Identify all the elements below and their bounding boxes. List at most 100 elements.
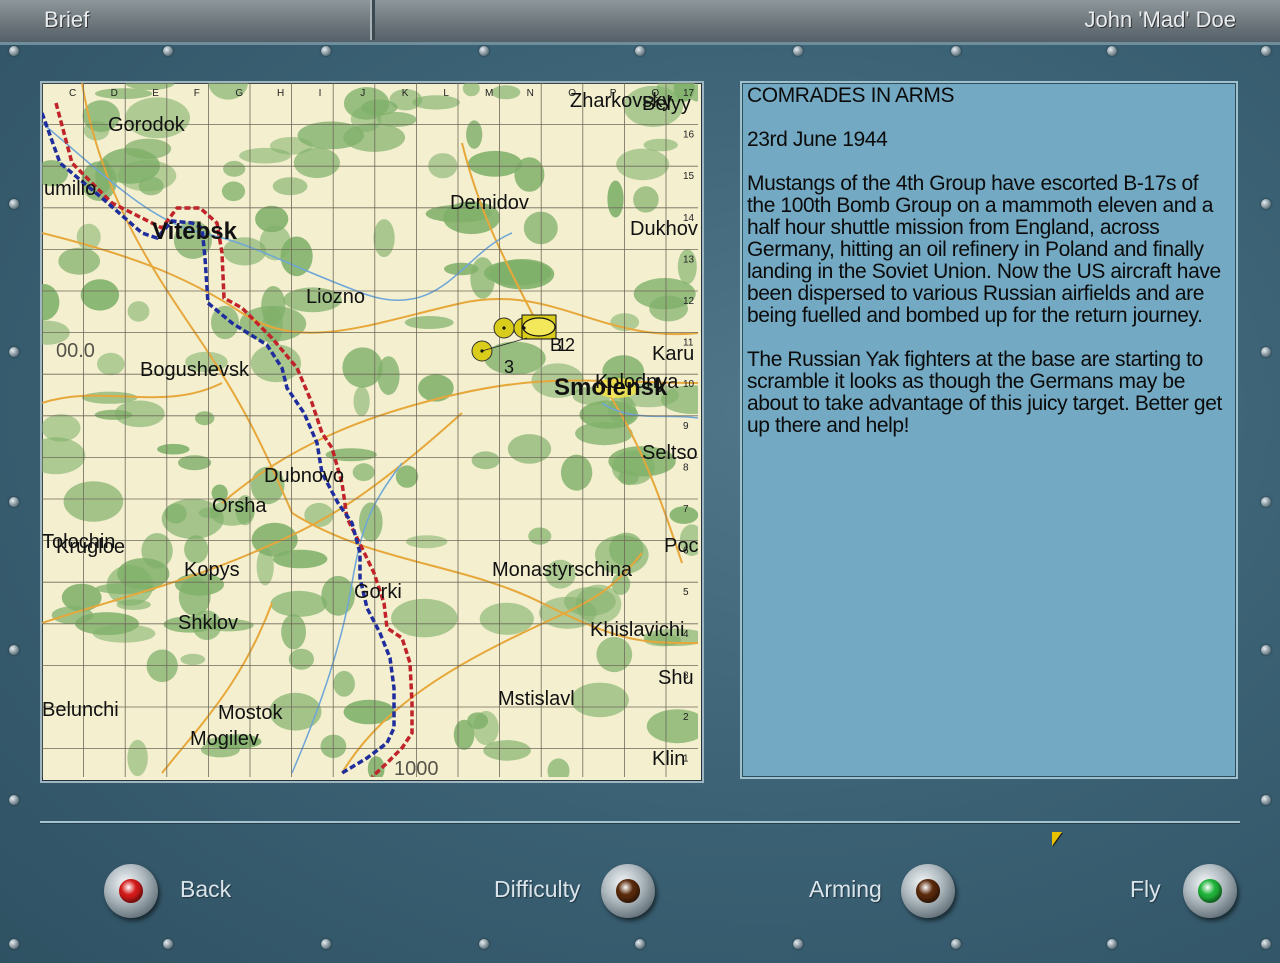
briefing-date: 23rd June 1944 <box>747 128 888 151</box>
grid-column-label: G <box>235 88 243 99</box>
grid-column-label: C <box>69 88 76 99</box>
rivet <box>9 46 19 56</box>
rivet <box>1261 795 1271 805</box>
rivet <box>793 46 803 56</box>
rivet <box>321 46 331 56</box>
forest-patch <box>428 153 458 179</box>
forest-patch <box>343 699 395 725</box>
rivet <box>635 46 645 56</box>
grid-column-label: D <box>111 88 118 99</box>
grid-column-label: I <box>319 88 322 99</box>
rivet <box>9 795 19 805</box>
place-vitebsk: Vitebsk <box>152 218 238 245</box>
place-shklov: Shklov <box>178 612 238 634</box>
forest-patch <box>462 83 480 97</box>
place-mostok: Mostok <box>218 702 283 724</box>
place-bogushevsk: Bogushevsk <box>140 359 250 381</box>
back-button[interactable] <box>104 864 158 918</box>
forest-patch <box>352 463 375 482</box>
rivet <box>951 46 961 56</box>
forest-patch <box>42 283 60 321</box>
rivet <box>1261 199 1271 209</box>
place-mogilev: Mogilev <box>190 728 259 750</box>
rivet <box>793 939 803 949</box>
grid-row-label: 7 <box>683 504 689 515</box>
forest-patch <box>646 709 698 744</box>
forest-patch <box>570 682 629 718</box>
arming-lamp-icon <box>916 879 940 903</box>
forest-patch <box>479 602 534 635</box>
grid-row-labels: 1716151413121110987654321 <box>683 88 695 765</box>
briefing-paragraph-2: The Russian Yak fighters at the base are… <box>747 348 1222 437</box>
place-kard: Karu <box>652 343 694 365</box>
forest-patch <box>255 205 289 233</box>
place-mstislavl: Mstislavl <box>498 688 575 710</box>
target-aircraft-icon[interactable] <box>522 317 556 337</box>
forest-patch <box>418 374 454 402</box>
map-canvas: CDEFGHIJKLMNOPQ 171615141312111098765432… <box>42 83 698 777</box>
place-monastyrschina: Monastyrschina <box>492 559 633 581</box>
forest-patch <box>412 95 460 110</box>
grid-column-label: F <box>194 88 200 99</box>
place-klin: Klin <box>652 748 685 770</box>
forest-patch <box>596 636 633 673</box>
fly-button[interactable] <box>1183 864 1237 918</box>
forest-patch <box>58 247 101 275</box>
place-liozno: Liozno <box>306 286 365 308</box>
arming-button[interactable] <box>901 864 955 918</box>
rivet <box>1261 347 1271 357</box>
forest-patch <box>117 160 177 192</box>
briefing-text-panel: COMRADES IN ARMS 23rd June 1944 Mustangs… <box>740 81 1238 779</box>
rivet <box>321 939 331 949</box>
forest-patch <box>63 481 124 522</box>
rivet <box>635 939 645 949</box>
flight-marker-label-3: 3 <box>504 357 514 377</box>
grid-column-label: J <box>360 88 365 99</box>
forest-patch <box>444 262 479 276</box>
grid-column-label: L <box>443 88 449 99</box>
place-gorodok: Gorodok <box>108 114 186 136</box>
place-orsha: Orsha <box>212 495 267 517</box>
arming-label[interactable]: Arming <box>809 876 882 903</box>
back-label[interactable]: Back <box>180 876 231 903</box>
forest-patch <box>127 301 150 322</box>
forest-patch <box>42 437 86 475</box>
forest-patch <box>342 347 383 388</box>
forest-patch <box>239 147 291 164</box>
forest-patch <box>195 411 215 426</box>
difficulty-button[interactable] <box>601 864 655 918</box>
forest-patch <box>547 758 570 777</box>
rivet <box>9 645 19 655</box>
forest-patch <box>507 434 552 464</box>
forest-patch <box>395 465 419 488</box>
rivet <box>9 497 19 507</box>
grid-row-label: 9 <box>683 421 689 432</box>
grid-row-label: 10 <box>683 379 695 390</box>
forest-patch <box>221 181 246 202</box>
back-lamp-icon <box>119 879 143 903</box>
forest-patch <box>239 305 307 342</box>
grid-row-label: 12 <box>683 296 695 307</box>
rivet <box>1261 497 1271 507</box>
grid-row-label: 15 <box>683 171 695 182</box>
grid-column-label: N <box>527 88 534 99</box>
forest-patch <box>83 120 110 141</box>
place-kopys: Kopys <box>184 559 240 581</box>
place-khislavichi: Khislavichi <box>590 619 684 641</box>
rivet <box>1107 46 1117 56</box>
place-shumyachi: Shu <box>658 667 694 689</box>
rivet <box>951 939 961 949</box>
forest-patch <box>280 236 313 277</box>
fly-lamp-icon <box>1198 879 1222 903</box>
rivers <box>42 122 698 774</box>
pilot-name: John 'Mad' Doe <box>1084 7 1237 32</box>
place-smolensk: Smolensk <box>554 374 668 401</box>
mission-map[interactable]: CDEFGHIJKLMNOPQ 17 16 15 14 13 12 11 10 9 8 7 6 5 4 3 2… <box>40 81 704 783</box>
forest-patch <box>523 211 558 245</box>
forest-patch <box>42 414 81 442</box>
grid-column-label: M <box>485 88 493 99</box>
difficulty-label[interactable]: Difficulty <box>494 876 581 903</box>
fly-label[interactable]: Fly <box>1130 876 1161 903</box>
forest-patch <box>114 400 165 428</box>
forest-patch <box>491 85 521 100</box>
